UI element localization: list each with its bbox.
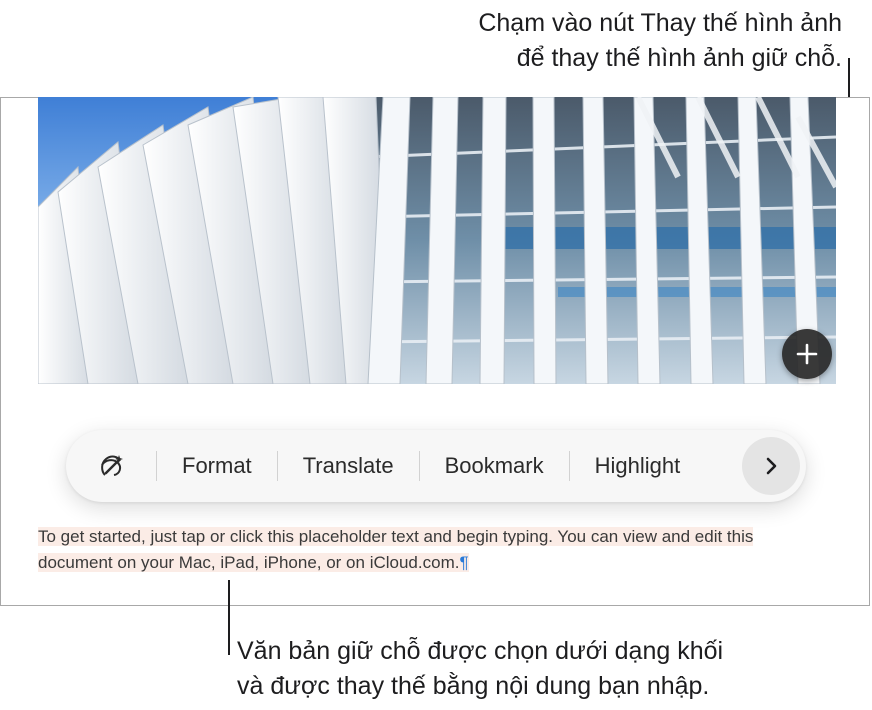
placeholder-text-block[interactable]: To get started, just tap or click this p… [38,524,818,576]
chevron-right-icon [766,457,777,475]
bookmark-button[interactable]: Bookmark [420,430,569,502]
callout-bottom-leader [228,580,230,655]
callout-placeholder-text-line2: và được thay thế bằng nội dung bạn nhập. [237,672,710,700]
callout-placeholder-text-line1: Văn bản giữ chỗ được chọn dưới dạng khối [237,637,724,665]
callout-replace-image-line2: để thay thế hình ảnh giữ chỗ. [516,44,842,72]
writing-tools-button[interactable] [66,430,156,502]
callout-replace-image-line1: Chạm vào nút Thay thế hình ảnh [478,9,842,37]
paragraph-mark: ¶ [459,553,469,572]
writing-tools-icon [101,455,123,476]
plus-icon [796,343,818,365]
format-button[interactable]: Format [157,430,277,502]
translate-button[interactable]: Translate [278,430,419,502]
architecture-photo [38,97,836,384]
placeholder-text[interactable]: To get started, just tap or click this p… [38,527,754,572]
highlight-button[interactable]: Highlight [570,430,706,502]
replace-image-button[interactable] [782,329,832,379]
more-options-button[interactable] [742,437,800,495]
placeholder-image[interactable] [38,97,836,384]
callout-placeholder-text: Văn bản giữ chỗ được chọn dưới dạng khối… [237,634,723,704]
context-toolbar: Format Translate Bookmark Highlight [66,430,806,502]
callout-replace-image: Chạm vào nút Thay thế hình ảnh để thay t… [478,6,842,76]
